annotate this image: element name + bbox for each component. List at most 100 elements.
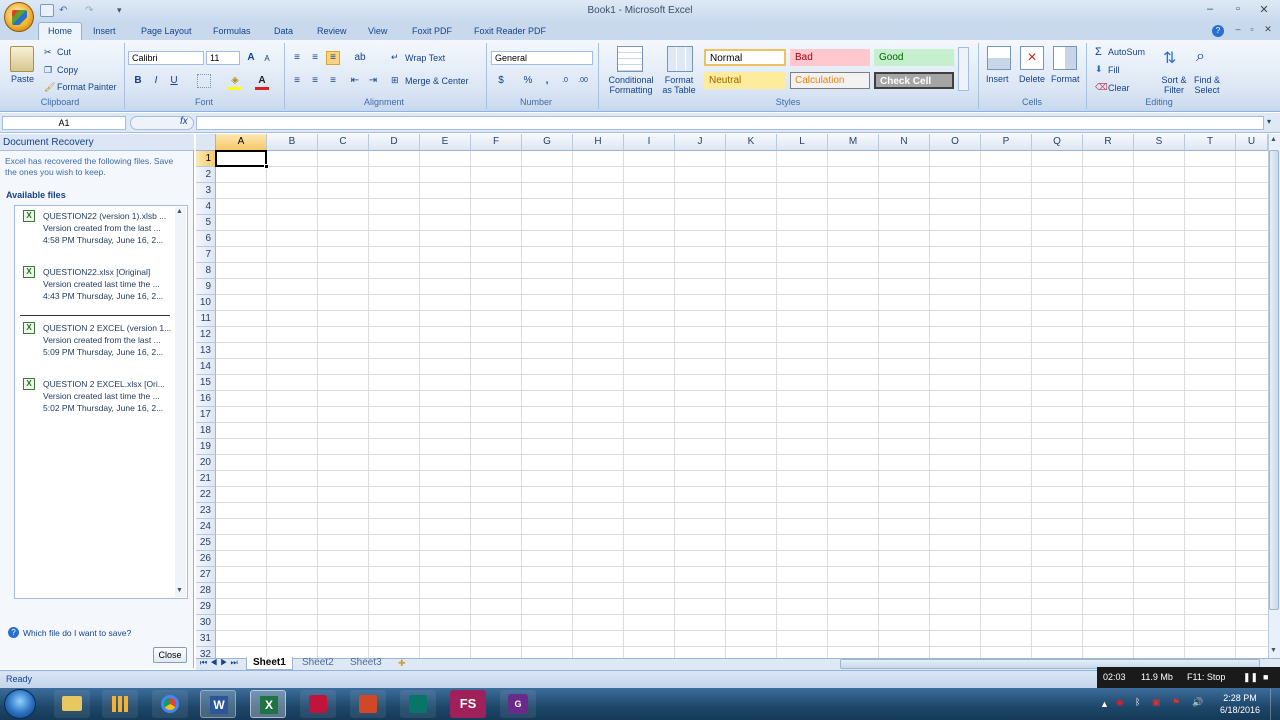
merge-center-button[interactable]: Merge & Center <box>405 76 469 86</box>
currency-button[interactable]: $ <box>494 74 508 88</box>
shrink-font-button[interactable]: A <box>260 52 274 66</box>
row-header[interactable]: 7 <box>196 247 216 263</box>
format-as-table-icon[interactable] <box>667 46 693 72</box>
format-painter-icon[interactable]: 🖌 <box>44 82 55 93</box>
flag-icon[interactable]: ⚑ <box>1172 697 1180 708</box>
row-header[interactable]: 16 <box>196 391 216 407</box>
word-taskbar-icon[interactable]: W <box>200 690 236 718</box>
copy-icon[interactable]: ❐ <box>44 65 52 76</box>
help-icon[interactable]: ? <box>1212 25 1224 37</box>
minimize-icon[interactable]: – <box>1198 3 1222 15</box>
format-painter-button[interactable]: Format Painter <box>57 82 117 92</box>
align-top-icon[interactable]: ≡ <box>290 51 304 65</box>
column-header[interactable]: E <box>420 134 471 151</box>
autosum-icon[interactable]: Σ <box>1095 46 1102 58</box>
tab-formulas[interactable]: Formulas <box>213 26 251 36</box>
row-header[interactable]: 31 <box>196 631 216 647</box>
list-item[interactable]: QUESTION 2 EXCEL.xlsx [Ori... Version cre… <box>43 378 197 414</box>
worksheet-grid[interactable] <box>196 134 1268 658</box>
fill-button[interactable]: Fill <box>1108 65 1120 75</box>
row-header[interactable]: 4 <box>196 199 216 215</box>
wrap-text-icon[interactable]: ↵ <box>391 52 399 63</box>
which-file-help-link[interactable]: Which file do I want to save? <box>23 628 131 638</box>
number-format-combo[interactable]: General <box>491 51 593 65</box>
scroll-up-icon[interactable]: ▲ <box>1270 136 1277 143</box>
tab-foxit-reader-pdf[interactable]: Foxit Reader PDF <box>474 26 546 36</box>
row-header[interactable]: 5 <box>196 215 216 231</box>
row-header[interactable]: 22 <box>196 487 216 503</box>
name-box[interactable]: A1 <box>2 116 126 130</box>
orientation-icon[interactable]: ab <box>350 51 370 65</box>
format-as-table-button[interactable]: Format as Table <box>656 75 702 95</box>
borders-icon[interactable] <box>197 74 211 88</box>
row-header[interactable]: 20 <box>196 455 216 471</box>
column-header[interactable]: O <box>930 134 981 151</box>
font-size-combo[interactable]: 11 <box>206 51 240 65</box>
increase-decimal-icon[interactable]: .0 <box>558 74 572 88</box>
row-header[interactable]: 14 <box>196 359 216 375</box>
list-item[interactable]: QUESTION 2 EXCEL (version 1... Version cr… <box>43 322 197 358</box>
bluetooth-icon[interactable]: ᛒ <box>1135 697 1140 707</box>
delete-cells-icon[interactable]: × <box>1020 46 1044 70</box>
tab-view[interactable]: View <box>368 26 387 36</box>
align-middle-icon[interactable]: ≡ <box>308 51 322 65</box>
tab-insert[interactable]: Insert <box>93 26 116 36</box>
expand-formula-icon[interactable]: ▾ <box>1267 117 1271 126</box>
row-header[interactable]: 6 <box>196 231 216 247</box>
column-header[interactable]: C <box>318 134 369 151</box>
style-normal[interactable]: Normal <box>704 49 786 66</box>
row-header[interactable]: 29 <box>196 599 216 615</box>
row-header[interactable]: 30 <box>196 615 216 631</box>
column-header[interactable]: K <box>726 134 777 151</box>
row-header[interactable]: 25 <box>196 535 216 551</box>
column-header[interactable]: S <box>1134 134 1185 151</box>
clock[interactable]: 2:28 PM 6/18/2016 <box>1218 692 1262 716</box>
row-header[interactable]: 15 <box>196 375 216 391</box>
decrease-decimal-icon[interactable]: .00 <box>576 74 590 88</box>
column-header[interactable]: H <box>573 134 624 151</box>
publisher-taskbar-icon[interactable] <box>400 690 436 718</box>
conditional-formatting-icon[interactable] <box>617 46 643 72</box>
column-header[interactable]: R <box>1083 134 1134 151</box>
tab-home[interactable]: Home <box>38 22 82 40</box>
column-header[interactable]: T <box>1185 134 1236 151</box>
row-header[interactable]: 9 <box>196 279 216 295</box>
underline-button[interactable]: U <box>167 74 181 88</box>
restore-icon[interactable]: ▫ <box>1226 3 1250 15</box>
stop-icon[interactable]: ■ <box>1263 667 1268 688</box>
active-cell[interactable] <box>215 150 267 167</box>
column-header[interactable]: G <box>522 134 573 151</box>
column-header[interactable]: A <box>216 134 267 151</box>
sheet-nav-icons[interactable]: ⏮◀▶⏭ <box>200 658 241 668</box>
column-header[interactable]: M <box>828 134 879 151</box>
scroll-down-icon[interactable]: ▼ <box>1270 647 1277 654</box>
style-check-cell[interactable]: Check Cell <box>874 72 954 89</box>
format-cells-button[interactable]: Format <box>1051 74 1080 84</box>
excel-taskbar-icon[interactable]: X <box>250 690 286 718</box>
wrap-text-button[interactable]: Wrap Text <box>405 53 445 63</box>
row-header[interactable]: 24 <box>196 519 216 535</box>
column-header[interactable]: P <box>981 134 1032 151</box>
insert-function-icon[interactable]: fx <box>180 116 188 127</box>
row-header[interactable]: 28 <box>196 583 216 599</box>
cut-icon[interactable]: ✂ <box>44 47 52 58</box>
comma-button[interactable]: , <box>540 74 554 88</box>
vertical-scroll-thumb[interactable] <box>1269 150 1279 610</box>
select-all-corner[interactable] <box>196 134 216 151</box>
decrease-indent-icon[interactable]: ⇤ <box>348 74 362 88</box>
chrome-taskbar-icon[interactable] <box>152 690 188 718</box>
fill-color-icon[interactable]: ◈ <box>228 74 242 88</box>
row-header[interactable]: 26 <box>196 551 216 567</box>
tab-data[interactable]: Data <box>274 26 293 36</box>
recorder-stop[interactable]: F11: Stop <box>1187 667 1225 688</box>
delete-cells-button[interactable]: Delete <box>1019 74 1045 84</box>
network-icon[interactable]: ▣ <box>1152 697 1161 708</box>
row-header[interactable]: 2 <box>196 167 216 183</box>
pause-icon[interactable]: ❚❚ <box>1243 667 1258 688</box>
column-header[interactable]: L <box>777 134 828 151</box>
store-taskbar-icon[interactable] <box>102 690 138 718</box>
style-neutral[interactable]: Neutral <box>704 72 786 89</box>
volume-icon[interactable]: 🔊 <box>1192 697 1203 708</box>
tab-foxit-pdf[interactable]: Foxit PDF <box>412 26 452 36</box>
percent-button[interactable]: % <box>521 74 535 88</box>
